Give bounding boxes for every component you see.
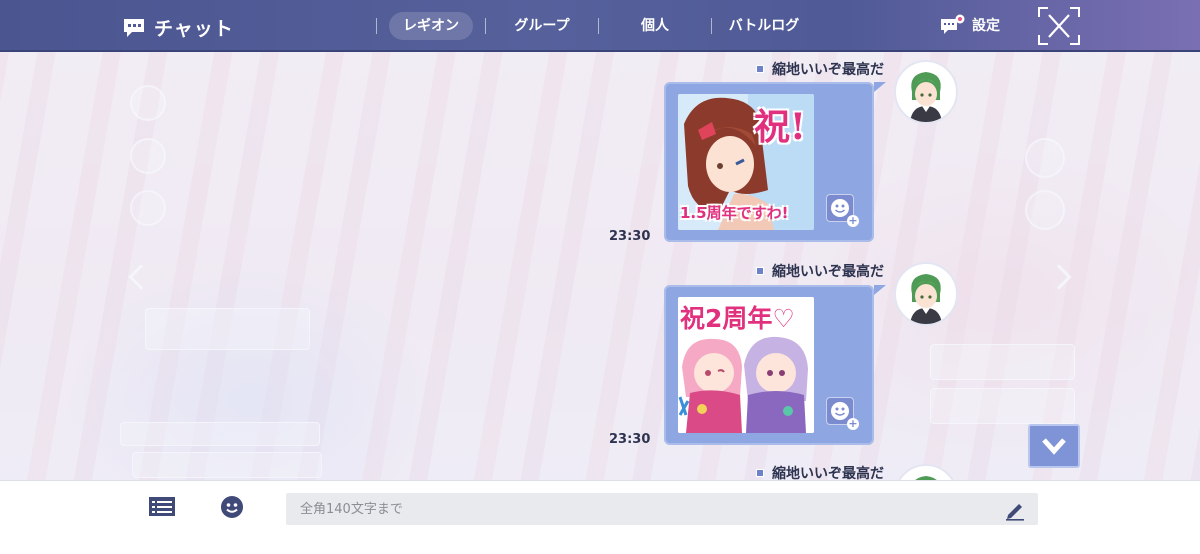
message-bubble: 祝! 1.5周年ですわ! + [664,82,874,242]
sender-marker [756,267,764,275]
tab-group[interactable]: グループ [486,12,598,40]
emoji-icon[interactable] [220,495,244,519]
list-icon[interactable] [148,495,178,519]
message-bubble: 祝2周年♡ + [664,285,874,445]
tab-divider [376,18,377,34]
message-sender-row: 縮地いいぞ最高だ [756,59,884,79]
header-bar: チャット レギオン グループ 個人 バトルログ 設定 [0,0,1200,52]
reaction-button[interactable]: + [826,397,859,430]
bubble-tail [874,82,886,92]
close-icon[interactable] [1038,7,1080,45]
message-sender-row: 縮地いいぞ最高だ [756,261,884,281]
message-timestamp: 23:30 [609,229,651,244]
composer-bar [0,480,1200,554]
message-timestamp: 23:30 [609,432,651,447]
chat-icon [124,18,144,37]
tab-personal[interactable]: 個人 [599,12,711,40]
plus-icon: + [847,214,859,227]
chevron-down-icon [1042,438,1066,455]
scroll-to-bottom-button[interactable] [1028,424,1080,468]
avatar[interactable] [894,60,958,124]
avatar-image [910,72,942,122]
sender-name: 縮地いいぞ最高だ [772,62,884,78]
avatar[interactable] [894,262,958,326]
sticker-headline: 祝! [754,106,806,148]
message-input[interactable] [286,493,1038,525]
sender-name: 縮地いいぞ最高だ [772,264,884,280]
sticker-image[interactable]: 祝! 1.5周年ですわ! [678,94,814,230]
sticker-caption: 1.5周年ですわ! [680,204,789,222]
avatar-image [910,274,942,324]
tab-bar: レギオン グループ 個人 バトルログ [376,12,816,40]
settings-button[interactable]: 設定 [940,14,1000,36]
tab-legion[interactable]: レギオン [389,12,473,40]
plus-icon: + [847,417,859,430]
settings-label: 設定 [972,18,1000,34]
page-title: チャット [154,18,234,40]
tab-battle-log[interactable]: バトルログ [712,12,816,40]
bubble-tail [874,285,886,295]
sender-marker [756,469,764,477]
pencil-icon[interactable] [1004,499,1026,521]
sticker-headline: 祝2周年♡ [680,304,795,333]
reaction-button[interactable]: + [826,194,859,227]
chat-title-group: チャット [122,14,234,41]
settings-chat-icon [941,14,965,34]
background-veil [0,0,1200,554]
sender-marker [756,65,764,73]
sticker-image[interactable]: 祝2周年♡ [678,297,814,433]
